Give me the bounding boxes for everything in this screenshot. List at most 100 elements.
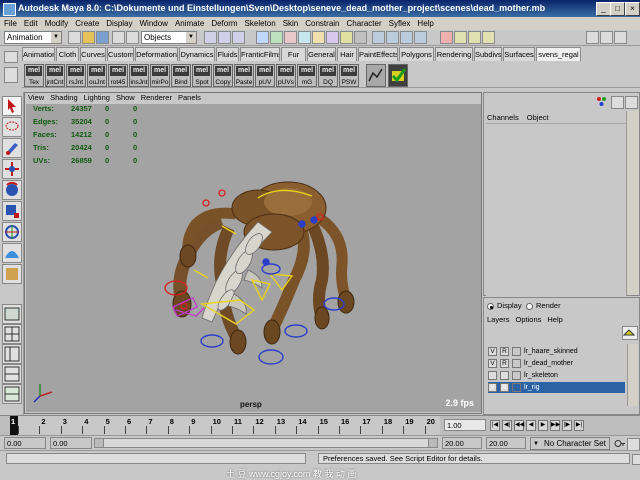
menu-skin[interactable]: Skin <box>279 17 302 30</box>
select-component-icon[interactable] <box>232 31 245 44</box>
selection-mode-icon[interactable] <box>126 31 139 44</box>
mask-joints-icon[interactable] <box>270 31 283 44</box>
playback-end-field[interactable]: 20.00 <box>442 437 482 449</box>
panel-menu-renderer[interactable]: Renderer <box>138 93 175 103</box>
play-forwards-icon[interactable]: ▶ <box>538 420 548 431</box>
layer-visibility-toggle[interactable] <box>488 371 497 380</box>
layer-color-swatch[interactable] <box>512 359 521 368</box>
time-ticks[interactable]: 2 3 4 5 6 7 8 9 10 11 12 13 14 15 16 17 18 19 20 <box>10 416 440 436</box>
channel-box-scrollbar[interactable] <box>626 111 639 295</box>
display-radio[interactable] <box>487 303 494 310</box>
layer-color-swatch[interactable] <box>512 347 521 356</box>
shelf-button-psw[interactable]: mel PSW <box>339 64 359 87</box>
shelf-menu-icon[interactable] <box>4 51 18 63</box>
panel-menu-lighting[interactable]: Lighting <box>81 93 113 103</box>
shelf-button-bind[interactable]: mel Bind <box>171 64 191 87</box>
menu-window[interactable]: Window <box>136 17 171 30</box>
layer-scrollbar[interactable] <box>627 344 638 406</box>
menu-deform[interactable]: Deform <box>207 17 240 30</box>
hypershade-layout-icon[interactable] <box>2 384 22 404</box>
step-forward-icon[interactable]: |▶ <box>562 420 572 431</box>
layer-row[interactable]: V Rlr_dead_mother <box>488 358 625 369</box>
go-to-start-icon[interactable]: |◀ <box>490 420 500 431</box>
shelf-tab-rendering[interactable]: Rendering <box>435 47 473 61</box>
layer-menu-help[interactable]: Help <box>547 315 562 324</box>
shelf-tabs-icon[interactable] <box>4 67 18 83</box>
shelf-button-copy[interactable]: mel Copy <box>213 64 233 87</box>
shelf-button-mirpo[interactable]: mel mirPo <box>150 64 170 87</box>
shelf-tab-surfaces[interactable]: Surfaces <box>503 47 535 61</box>
select-tool-icon[interactable] <box>2 96 22 116</box>
shelf-button-dq[interactable]: mel DQ <box>318 64 338 87</box>
channel-layer-icon[interactable] <box>611 96 624 109</box>
panel-menu-view[interactable]: View <box>25 93 47 103</box>
current-time-field[interactable]: 1.00 <box>444 419 486 431</box>
channel-box-toggle-icon[interactable] <box>614 31 627 44</box>
layer-color-swatch[interactable] <box>512 371 521 380</box>
shelf-button-tex[interactable]: mel Tex <box>24 64 44 87</box>
character-set-dropdown[interactable]: ▼ No Character Set <box>530 437 610 450</box>
layer-row[interactable]: V Rlr_haare_skinned <box>488 346 625 357</box>
script-editor-icon[interactable] <box>632 454 640 465</box>
shelf-button-rsjnt[interactable]: mel rsJnt <box>66 64 86 87</box>
layer-editor-toggle-icon[interactable] <box>596 96 607 107</box>
shelf-tab-painteffects[interactable]: PaintEffects <box>358 47 398 61</box>
selection-mask-icon[interactable] <box>112 31 125 44</box>
shelf-tab-custom[interactable]: Custom <box>107 47 134 61</box>
spider-model[interactable] <box>26 104 481 412</box>
menu-create[interactable]: Create <box>71 17 102 30</box>
shelf-button-oujnt[interactable]: mel ouJnt <box>87 64 107 87</box>
panel-menu-show[interactable]: Show <box>113 93 138 103</box>
menuset-dropdown[interactable]: Animation ▼ <box>4 31 62 44</box>
render-globals-icon[interactable] <box>482 31 495 44</box>
layer-menu-options[interactable]: Options <box>516 315 542 324</box>
panel-menu-panels[interactable]: Panels <box>175 93 204 103</box>
perspective-viewport[interactable]: Verts: 24357 0 0 Edges: 35204 0 0 Faces: 14212 0 0 T… <box>26 104 481 412</box>
shelf-button-puv[interactable]: mel pUV <box>255 64 275 87</box>
save-scene-icon[interactable] <box>96 31 109 44</box>
shelf-tab-fluids[interactable]: Fluids <box>216 47 239 61</box>
time-slider[interactable]: 2 3 4 5 6 7 8 9 10 11 12 13 14 15 16 17 18 19 20 1 1.00 |◀… <box>0 415 640 436</box>
shelf-tab-franticfilms[interactable]: FranticFilms <box>240 47 280 61</box>
current-frame-marker[interactable]: 1 <box>10 416 18 436</box>
shelf-tab-dynamics[interactable]: Dynamics <box>179 47 215 61</box>
move-tool-icon[interactable] <box>2 159 22 179</box>
select-object-icon[interactable] <box>218 31 231 44</box>
playback-start-field[interactable]: 0.00 <box>50 437 92 449</box>
last-tool-icon[interactable] <box>2 264 22 284</box>
shelf-button-jntcnt[interactable]: mel jntCnt <box>45 64 65 87</box>
shelf-button-paste[interactable]: mel Paste <box>234 64 254 87</box>
layer-visibility-toggle[interactable]: V <box>488 383 497 392</box>
range-handle-left[interactable] <box>95 439 104 447</box>
play-backwards-icon[interactable]: ◀ <box>526 420 536 431</box>
ipr-render-icon[interactable] <box>468 31 481 44</box>
menu-skeleton[interactable]: Skeleton <box>241 17 279 30</box>
manipulator-tool-icon[interactable] <box>2 222 22 242</box>
close-button[interactable]: × <box>625 2 640 16</box>
shelf-tab-deformation[interactable]: Deformation <box>135 47 178 61</box>
layer-visibility-toggle[interactable]: V <box>488 359 497 368</box>
channels-menu[interactable]: Channels <box>487 113 519 122</box>
mask-surfaces-icon[interactable] <box>298 31 311 44</box>
mask-deformations-icon[interactable] <box>312 31 325 44</box>
minimize-button[interactable]: _ <box>596 2 611 16</box>
shelf-tab-svens_regal[interactable]: svens_regal <box>536 47 581 61</box>
scale-tool-icon[interactable] <box>2 201 22 221</box>
open-scene-icon[interactable] <box>82 31 95 44</box>
history-icon[interactable] <box>440 31 453 44</box>
mask-curves-icon[interactable] <box>284 31 297 44</box>
shelf-button-check[interactable] <box>388 64 408 87</box>
auto-key-icon[interactable] <box>614 438 625 449</box>
layer-menu-layers[interactable]: Layers <box>487 315 510 324</box>
mask-dynamics-icon[interactable] <box>326 31 339 44</box>
render-icon[interactable] <box>454 31 467 44</box>
step-forward-key-icon[interactable]: ▶▶ <box>550 420 560 431</box>
shelf-button-rot45[interactable]: mel rot45 <box>108 64 128 87</box>
layer-reference-toggle[interactable]: R <box>500 359 509 368</box>
shelf-button-graph[interactable] <box>366 64 386 87</box>
shelf-tab-animation[interactable]: Animation <box>22 47 55 61</box>
step-back-key-icon[interactable]: ◀◀ <box>514 420 524 431</box>
menu-syflex[interactable]: Syflex <box>385 17 414 30</box>
snap-grid-icon[interactable] <box>372 31 385 44</box>
shelf-tab-fur[interactable]: Fur <box>281 47 306 61</box>
